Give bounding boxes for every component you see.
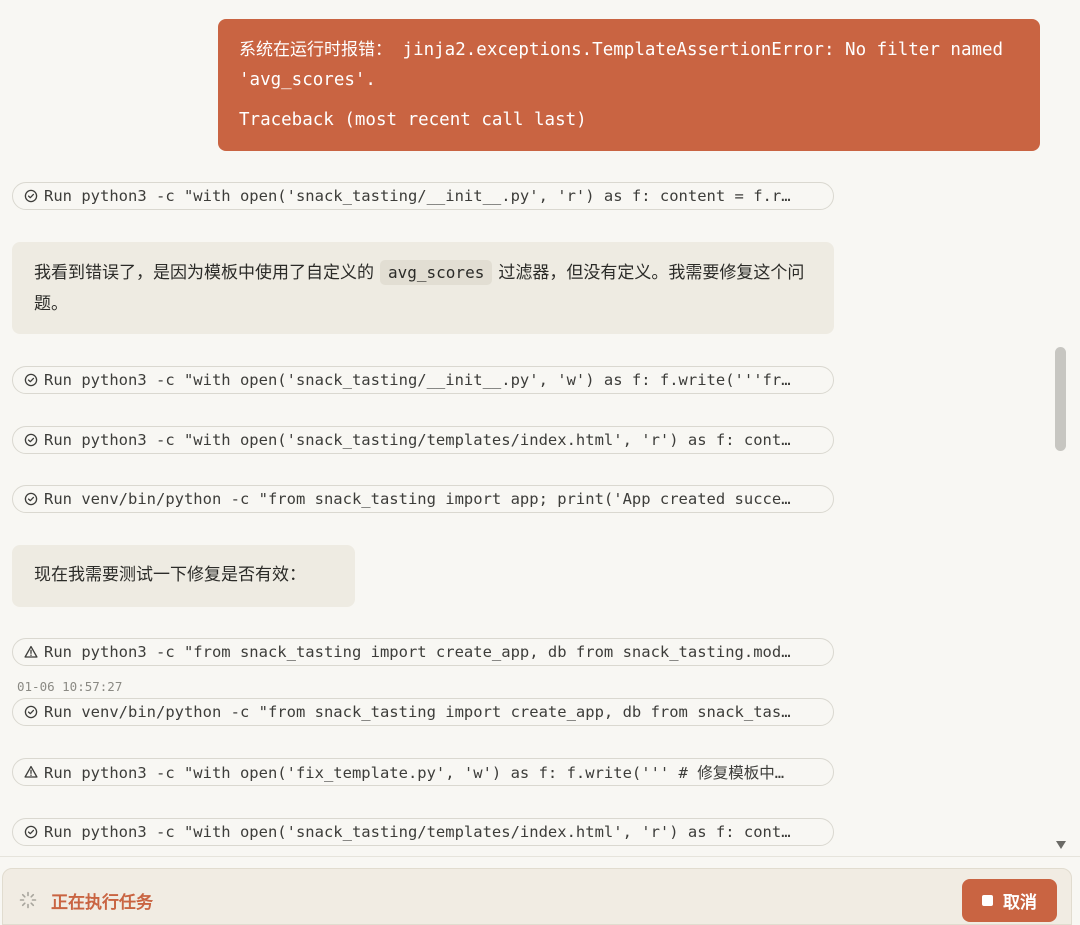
tool-call-step[interactable]: Run python3 -c "from snack_tasting impor… (12, 638, 834, 666)
tool-call-command: Run python3 -c "with open('snack_tasting… (44, 371, 791, 389)
cancel-button-label: 取消 (1003, 893, 1037, 913)
tool-call-command: Run python3 -c "with open('snack_tasting… (44, 431, 791, 449)
timestamp: 01-06 10:57:27 (17, 679, 123, 694)
warning-icon (24, 765, 38, 779)
scrollbar-thumb[interactable] (1055, 347, 1066, 451)
user-message-error-line: 系统在运行时报错： jinja2.exceptions.TemplateAsse… (239, 35, 1020, 95)
assistant-text: 我看到错误了，是因为模板中使用了自定义的 (34, 263, 374, 283)
stop-icon (982, 895, 993, 906)
check-circle-icon (24, 825, 38, 839)
divider (0, 856, 1080, 857)
user-message-bubble: 系统在运行时报错： jinja2.exceptions.TemplateAsse… (218, 19, 1040, 151)
check-circle-icon (24, 492, 38, 506)
tool-call-step[interactable]: Run python3 -c "with open('snack_tasting… (12, 182, 834, 210)
inline-code: avg_scores (380, 260, 493, 285)
task-status-bar: 正在执行任务 取消 (2, 868, 1072, 925)
tool-call-step[interactable]: Run python3 -c "with open('fix_template.… (12, 758, 834, 786)
assistant-message: 我看到错误了，是因为模板中使用了自定义的 avg_scores 过滤器，但没有定义。… (12, 242, 834, 334)
tool-call-command: Run venv/bin/python -c "from snack_tasti… (44, 703, 791, 721)
tool-call-command: Run python3 -c "with open('snack_tasting… (44, 823, 791, 841)
tool-call-command: Run python3 -c "from snack_tasting impor… (44, 643, 791, 661)
tool-call-command: Run python3 -c "with open('fix_template.… (44, 764, 785, 782)
chat-area: 系统在运行时报错： jinja2.exceptions.TemplateAsse… (0, 0, 1080, 856)
check-circle-icon (24, 433, 38, 447)
warning-icon (24, 645, 38, 659)
assistant-message: 现在我需要测试一下修复是否有效： (12, 545, 355, 607)
tool-call-command: Run venv/bin/python -c "from snack_tasti… (44, 490, 791, 508)
spinner-icon (19, 891, 37, 909)
tool-call-step[interactable]: Run venv/bin/python -c "from snack_tasti… (12, 698, 834, 726)
user-message-traceback: Traceback (most recent call last) (239, 110, 587, 130)
tool-call-step[interactable]: Run venv/bin/python -c "from snack_tasti… (12, 485, 834, 513)
tool-call-step[interactable]: Run python3 -c "with open('snack_tasting… (12, 818, 834, 846)
tool-call-command: Run python3 -c "with open('snack_tasting… (44, 187, 791, 205)
scroll-down-arrow-icon[interactable] (1055, 839, 1067, 851)
check-circle-icon (24, 189, 38, 203)
check-circle-icon (24, 373, 38, 387)
check-circle-icon (24, 705, 38, 719)
assistant-text: 现在我需要测试一下修复是否有效： (34, 565, 306, 585)
status-text: 正在执行任务 (51, 893, 153, 913)
tool-call-step[interactable]: Run python3 -c "with open('snack_tasting… (12, 366, 834, 394)
user-message-prefix: 系统在运行时报错： (239, 40, 392, 60)
tool-call-step[interactable]: Run python3 -c "with open('snack_tasting… (12, 426, 834, 454)
cancel-button[interactable]: 取消 (962, 879, 1057, 922)
